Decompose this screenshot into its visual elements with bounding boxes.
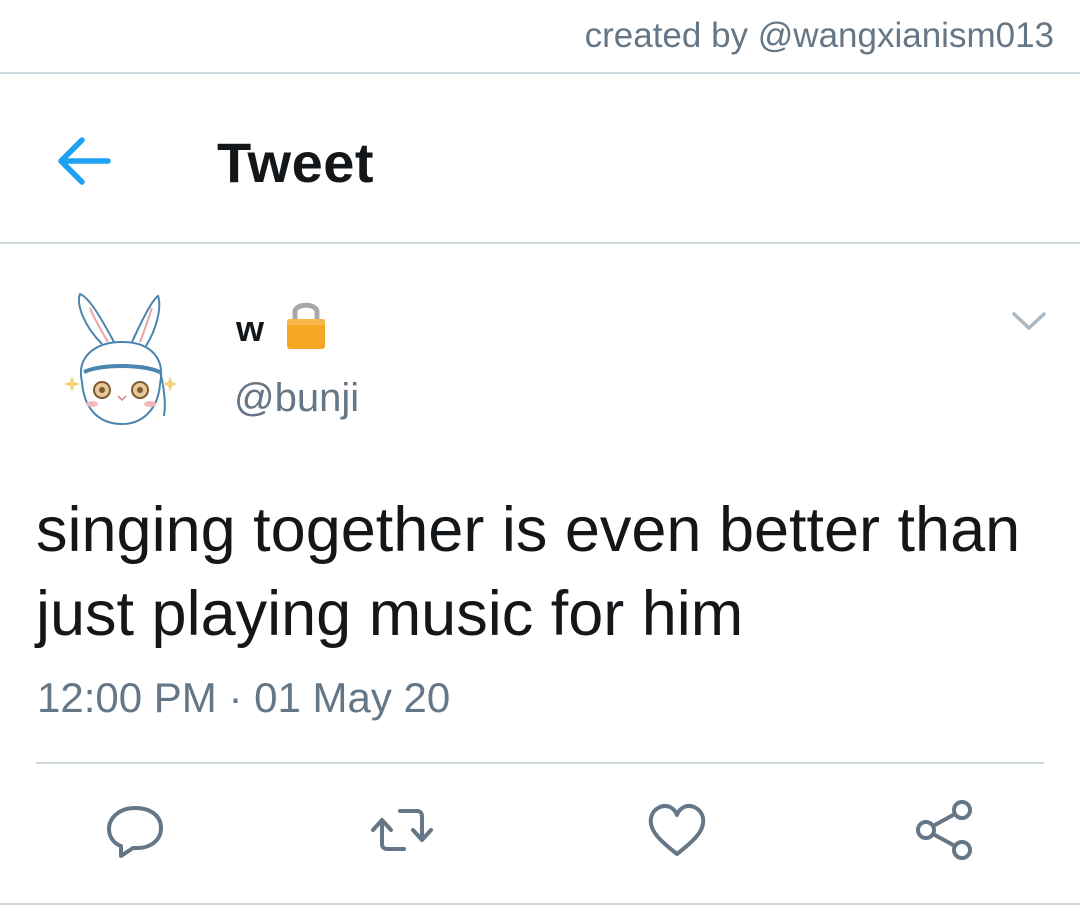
actions-divider bbox=[36, 762, 1044, 764]
lock-icon bbox=[285, 297, 327, 351]
reply-button[interactable] bbox=[103, 798, 167, 862]
share-icon bbox=[916, 800, 972, 860]
more-options-button[interactable] bbox=[1010, 308, 1048, 334]
chevron-down-icon bbox=[1012, 312, 1046, 330]
retweet-button[interactable] bbox=[370, 798, 434, 862]
like-icon bbox=[648, 804, 706, 856]
page-title: Tweet bbox=[217, 131, 375, 194]
bottom-divider bbox=[0, 903, 1080, 905]
retweet-icon bbox=[371, 809, 433, 851]
watermark: created by @wangxianism013 bbox=[584, 16, 1054, 55]
avatar[interactable] bbox=[62, 286, 180, 430]
header-divider bbox=[0, 242, 1080, 244]
user-handle[interactable]: @bunji bbox=[234, 376, 359, 421]
share-button[interactable] bbox=[912, 798, 976, 862]
like-button[interactable] bbox=[645, 798, 709, 862]
arrow-left-icon bbox=[58, 137, 111, 185]
display-name[interactable]: w bbox=[236, 308, 264, 350]
reply-icon bbox=[107, 806, 163, 858]
top-divider bbox=[0, 72, 1080, 74]
back-button[interactable] bbox=[56, 134, 112, 188]
tweet-text: singing together is even better than jus… bbox=[36, 495, 1021, 649]
tweet-timestamp: 12:00 PM · 01 May 20 bbox=[37, 674, 451, 721]
